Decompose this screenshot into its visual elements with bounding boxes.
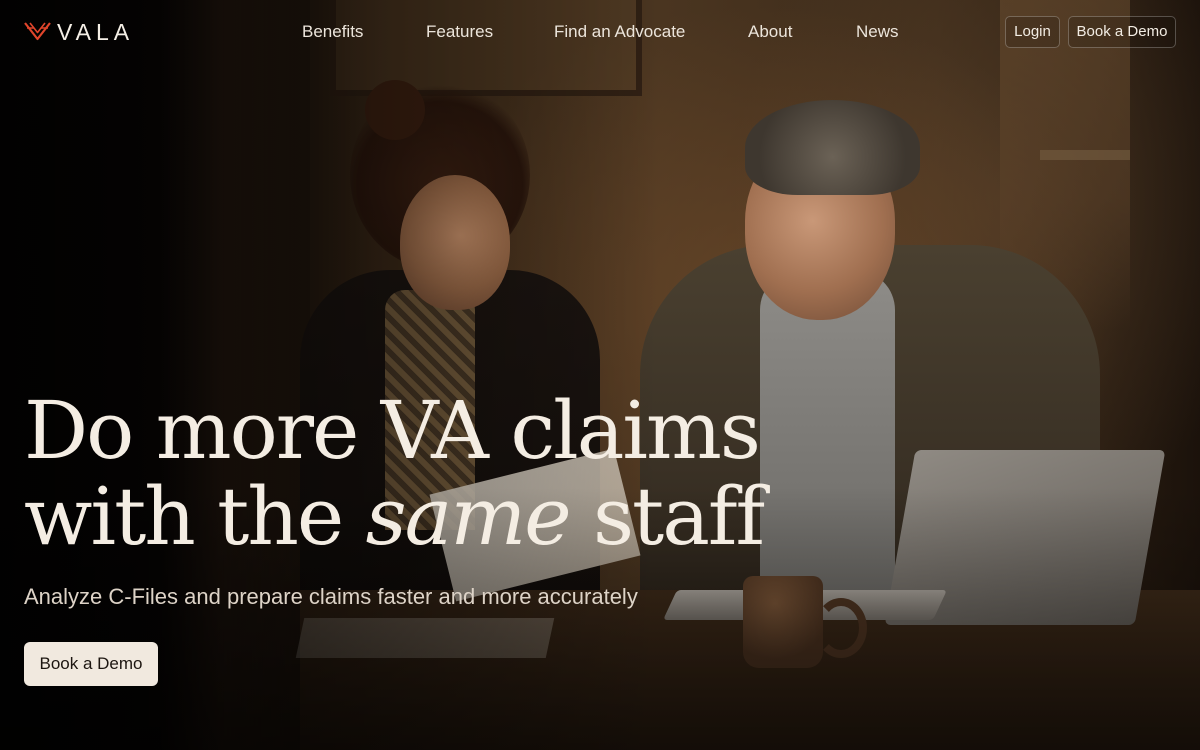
headline-line-2-start: with the — [24, 470, 366, 563]
headline-emphasis: same — [365, 470, 572, 563]
nav-link-benefits[interactable]: Benefits — [302, 21, 363, 43]
headline-line-2-end: staff — [569, 470, 765, 563]
nav-link-about[interactable]: About — [748, 21, 792, 43]
nav-link-find-advocate[interactable]: Find an Advocate — [554, 21, 685, 43]
nav-link-news[interactable]: News — [856, 21, 899, 43]
hero-subtitle: Analyze C-Files and prepare claims faste… — [24, 584, 638, 609]
headline-line-1: Do more VA claims — [24, 384, 761, 477]
hero-book-demo-button[interactable]: Book a Demo — [24, 642, 158, 686]
wing-chevron-icon — [24, 22, 51, 41]
hero-headline: Do more VA claims with the same staff — [24, 388, 784, 560]
top-navigation: VALA Benefits Features Find an Advocate … — [0, 0, 1200, 64]
nav-link-features[interactable]: Features — [426, 21, 493, 43]
headline-line-2: with the same staff — [24, 474, 784, 560]
nav-book-demo-button[interactable]: Book a Demo — [1068, 16, 1176, 48]
hero-background-photo — [0, 0, 1200, 750]
vala-logo[interactable]: VALA — [24, 19, 134, 45]
login-button[interactable]: Login — [1005, 16, 1060, 48]
dark-overlay — [0, 0, 1200, 750]
brand-name: VALA — [57, 19, 135, 45]
